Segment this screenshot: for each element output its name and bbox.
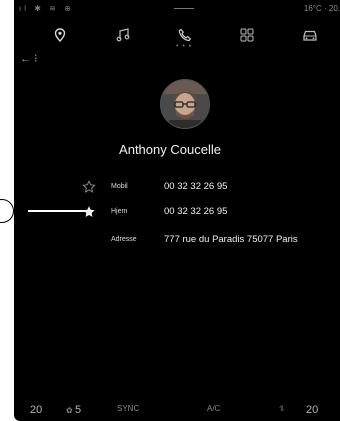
fan-icon: ✿ [66,406,73,415]
favorite-star-icon[interactable] [82,180,98,196]
back-button[interactable]: ← ⁝ [20,52,60,68]
ac-button[interactable]: A/C [207,404,220,413]
location-icon[interactable] [49,26,71,44]
contact-row-value[interactable]: 00 32 32 26 95 [164,206,227,217]
fan-speed-value: 5 [74,404,82,416]
climate-bar: 20 ✿ 5 SYNC A/C ⥮ 20 [14,398,340,421]
favorite-star-filled-icon[interactable] [82,205,98,221]
phone-icon[interactable] [174,26,196,44]
contact-row-value[interactable]: 00 32 32 26 95 [164,181,227,192]
music-icon[interactable] [112,26,134,44]
status-handle [174,8,194,9]
status-temperature: 16°C · 20. [303,4,340,13]
apps-icon[interactable] [236,26,258,44]
contact-row-label: Hjem [111,208,128,215]
contact-name: Anthony Coucelle [119,142,221,157]
status-bar: ıl ✱ ≋ ⊕ 16°C · 20. [14,0,340,18]
contact-row-value[interactable]: 777 rue du Paradis 75077 Paris [164,234,298,245]
callout-marker [0,199,14,223]
contact-row-home[interactable]: Hjem 00 32 32 26 95 [14,202,340,222]
fan-speed[interactable]: ✿ 5 [66,404,81,416]
seat-heat-icon[interactable]: ⥮ [279,404,285,414]
left-temperature[interactable]: 20 [30,404,42,416]
right-temperature[interactable]: 20 [306,404,318,416]
page-dots: • • • [176,43,193,50]
infotainment-screen: ıl ✱ ≋ ⊕ 16°C · 20. • • • ← ⁝ Anthony Co… [14,0,340,421]
contact-avatar [160,79,210,129]
status-icons: ıl ✱ ≋ ⊕ [19,4,74,13]
contact-row-address[interactable]: Adresse 777 rue du Paradis 75077 Paris [14,230,340,250]
sync-button[interactable]: SYNC [117,404,139,413]
contact-row-label: Adresse [111,236,137,243]
car-icon[interactable] [299,26,321,44]
contact-row-label: Mobil [111,183,128,190]
contact-row-mobile[interactable]: Mobil 00 32 32 26 95 [14,177,340,197]
